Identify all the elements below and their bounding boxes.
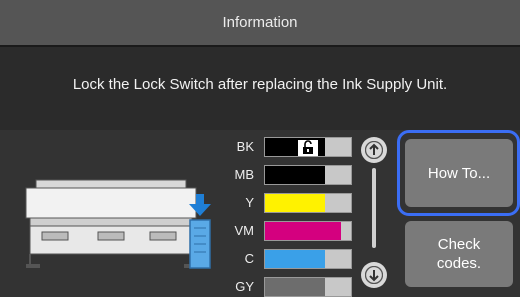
title-divider — [0, 45, 520, 47]
ink-label: BK — [236, 139, 254, 154]
check-codes-label-line2: codes. — [436, 255, 482, 272]
ink-level-fill — [265, 222, 341, 240]
ink-level-fill — [265, 250, 326, 268]
ink-level-fill — [265, 278, 326, 296]
ink-level-bar — [264, 137, 352, 157]
title-bar: Information — [0, 0, 520, 45]
ink-level-bar — [264, 277, 352, 297]
ink-level-bar — [264, 165, 352, 185]
ink-label: VM — [234, 223, 255, 238]
ink-level-bar — [264, 221, 352, 241]
scroll-up-button[interactable] — [361, 137, 387, 163]
page-title: Information — [222, 14, 298, 31]
arrow-up-icon — [365, 141, 383, 159]
ink-label: C — [244, 251, 254, 266]
printer-illustration — [25, 179, 211, 269]
lock-icon — [298, 140, 318, 156]
ink-label: GY — [235, 279, 254, 294]
ink-label: MB — [234, 167, 255, 182]
scroll-down-button[interactable] — [361, 262, 387, 288]
arrow-down-icon — [365, 266, 383, 284]
ink-scrollbar[interactable] — [372, 168, 376, 248]
ink-level-fill — [265, 194, 326, 212]
ink-label: Y — [245, 195, 254, 210]
check-codes-label-line1: Check — [437, 236, 481, 253]
ink-level-bar — [264, 249, 352, 269]
instruction-message: Lock the Lock Switch after replacing the… — [72, 76, 448, 93]
ink-level-bar — [264, 193, 352, 213]
ink-level-fill — [265, 166, 326, 184]
check-codes-button[interactable]: Check codes. — [405, 221, 513, 287]
how-to-button[interactable]: How To... — [405, 139, 513, 207]
